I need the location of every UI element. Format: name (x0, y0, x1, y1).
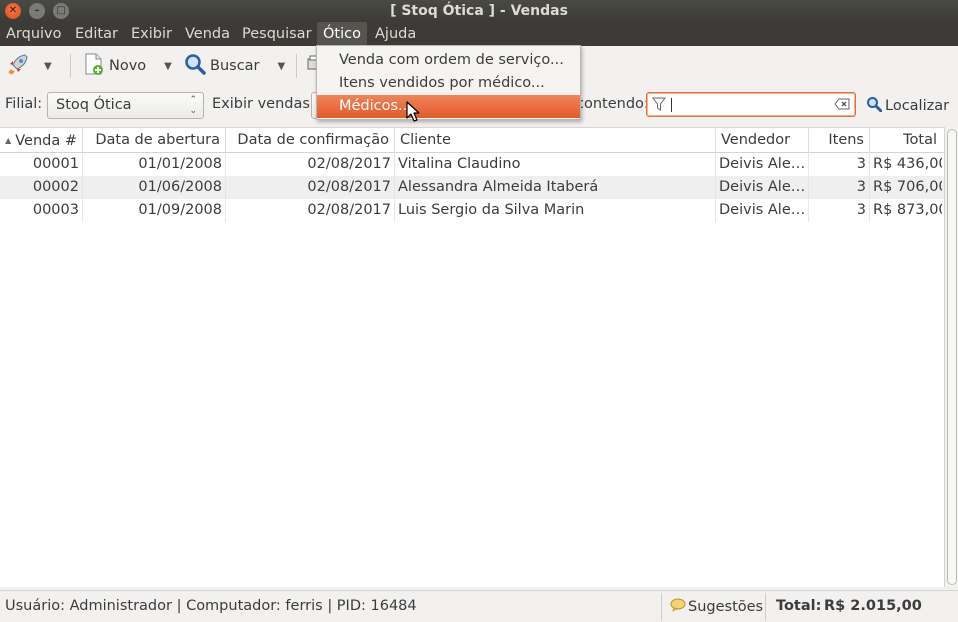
menu-ajuda[interactable]: Ajuda (369, 22, 422, 46)
table-row[interactable]: 00002 01/06/2008 02/08/2017 Alessandra A… (0, 176, 944, 199)
search-button[interactable]: Buscar ▼ (184, 52, 285, 80)
table-header: ▲ Venda # Data de abertura Data de confir… (0, 128, 944, 153)
suggestions-button[interactable]: Sugestões (670, 598, 763, 616)
menu-editar[interactable]: Editar (69, 22, 124, 46)
branch-label: Filial: (5, 96, 43, 112)
status-separator (661, 593, 662, 621)
sort-ascending-icon: ▲ (5, 136, 12, 145)
rocket-icon (6, 52, 30, 80)
total-value: R$ 2.015,00 (824, 598, 922, 614)
menu-pesquisar[interactable]: Pesquisar (236, 22, 318, 46)
mouse-cursor-icon (406, 101, 420, 127)
search-button-label: Buscar (210, 58, 260, 74)
menu-otico[interactable]: Ótico (317, 22, 367, 46)
table-row[interactable]: 00003 01/09/2008 02/08/2017 Luis Sergio … (0, 199, 944, 222)
scrollbar-thumb[interactable] (947, 129, 957, 585)
cell-seller: Deivis Ale… (716, 153, 809, 176)
cell-total: R$ 873,00 (873, 202, 942, 218)
chevron-down-icon[interactable]: ▼ (278, 61, 286, 72)
magnifier-icon (184, 53, 206, 79)
cell-items: 3 (809, 153, 870, 176)
cell-confirmation-date: 02/08/2017 (226, 199, 395, 222)
show-sales-label: Exibir vendas (212, 96, 310, 112)
column-header-sale-number[interactable]: ▲ Venda # (0, 128, 83, 153)
clear-icon[interactable] (834, 98, 850, 114)
cell-client: Luis Sergio da Silva Marin (395, 199, 716, 222)
menu-arquivo[interactable]: Arquivo (0, 22, 68, 46)
cell-sale-number: 00002 (0, 176, 83, 199)
find-button[interactable]: Localizar (866, 96, 949, 116)
branch-select[interactable]: Stoq Ótica ⌃ ⌄ (47, 92, 204, 119)
magnifier-icon (866, 96, 883, 116)
table-row[interactable]: 00001 01/01/2008 02/08/2017 Vitalina Cla… (0, 153, 944, 176)
cell-client: Alessandra Almeida Itaberá (395, 176, 716, 199)
cell-client: Vitalina Claudino (395, 153, 716, 176)
total-label: Total: (776, 598, 822, 614)
cell-confirmation-date: 02/08/2017 (226, 153, 395, 176)
cell-seller: Deivis Ale… (716, 176, 809, 199)
toolbar-separator (296, 54, 297, 78)
chevron-down-icon[interactable]: ▼ (44, 61, 52, 72)
column-header-total[interactable]: Total (870, 128, 942, 153)
cell-confirmation-date: 02/08/2017 (226, 176, 395, 199)
new-button[interactable]: Novo ▼ (83, 52, 172, 80)
session-info: Usuário: Administrador | Computador: fer… (5, 598, 417, 614)
status-bar: Usuário: Administrador | Computador: fer… (0, 590, 958, 622)
cell-opening-date: 01/01/2008 (83, 153, 226, 176)
chevron-down-icon[interactable]: ▼ (164, 61, 172, 72)
cell-seller: Deivis Ale… (716, 199, 809, 222)
branch-select-value: Stoq Ótica (56, 97, 132, 113)
otico-menu: Venda com ordem de serviço... Itens vend… (316, 45, 581, 120)
new-document-icon (83, 52, 105, 80)
menu-item-items-sold-by-doctor[interactable]: Itens vendidos por médico... (317, 72, 580, 95)
column-header-seller[interactable]: Vendedor (716, 128, 809, 153)
cell-items: 3 (809, 199, 870, 222)
column-header-confirmation-date[interactable]: Data de confirmação (226, 128, 395, 153)
cell-opening-date: 01/09/2008 (83, 199, 226, 222)
status-separator (765, 593, 766, 621)
launcher-button[interactable]: ▼ (6, 52, 52, 80)
spin-arrows-icon: ⌃ ⌄ (189, 95, 197, 116)
menu-exibir[interactable]: Exibir (125, 22, 178, 46)
window-title: [ Stoq Ótica ] - Vendas (390, 3, 568, 19)
cell-items: 3 (809, 176, 870, 199)
new-button-label: Novo (109, 58, 147, 74)
menu-item-sale-with-service-order[interactable]: Venda com ordem de serviço... (317, 49, 580, 72)
suggestions-label: Sugestões (688, 599, 764, 615)
filter-funnel-icon[interactable] (652, 96, 666, 116)
containing-label: contendo: (576, 96, 649, 112)
menu-venda[interactable]: Venda (179, 22, 236, 46)
cell-sale-number: 00003 (0, 199, 83, 222)
title-bar: ✕ – □ [ Stoq Ótica ] - Vendas (0, 0, 958, 22)
column-header-client[interactable]: Cliente (395, 128, 716, 153)
text-caret (671, 98, 672, 112)
sales-table: ▲ Venda # Data de abertura Data de confir… (0, 127, 944, 587)
speech-bubble-icon (670, 598, 686, 616)
find-button-label: Localizar (885, 98, 950, 114)
cell-opening-date: 01/06/2008 (83, 176, 226, 199)
cell-sale-number: 00001 (0, 153, 83, 176)
menu-bar: Arquivo Editar Exibir Venda Pesquisar Ót… (0, 22, 958, 46)
cell-total: R$ 706,00 (873, 179, 942, 195)
toolbar-separator (70, 54, 71, 78)
cell-total: R$ 436,00 (873, 156, 942, 172)
column-header-opening-date[interactable]: Data de abertura (83, 128, 226, 153)
menu-item-doctors[interactable]: Médicos... (317, 95, 580, 118)
search-input[interactable] (646, 92, 856, 117)
vertical-scrollbar[interactable] (944, 127, 958, 587)
column-header-items[interactable]: Itens (809, 128, 870, 153)
